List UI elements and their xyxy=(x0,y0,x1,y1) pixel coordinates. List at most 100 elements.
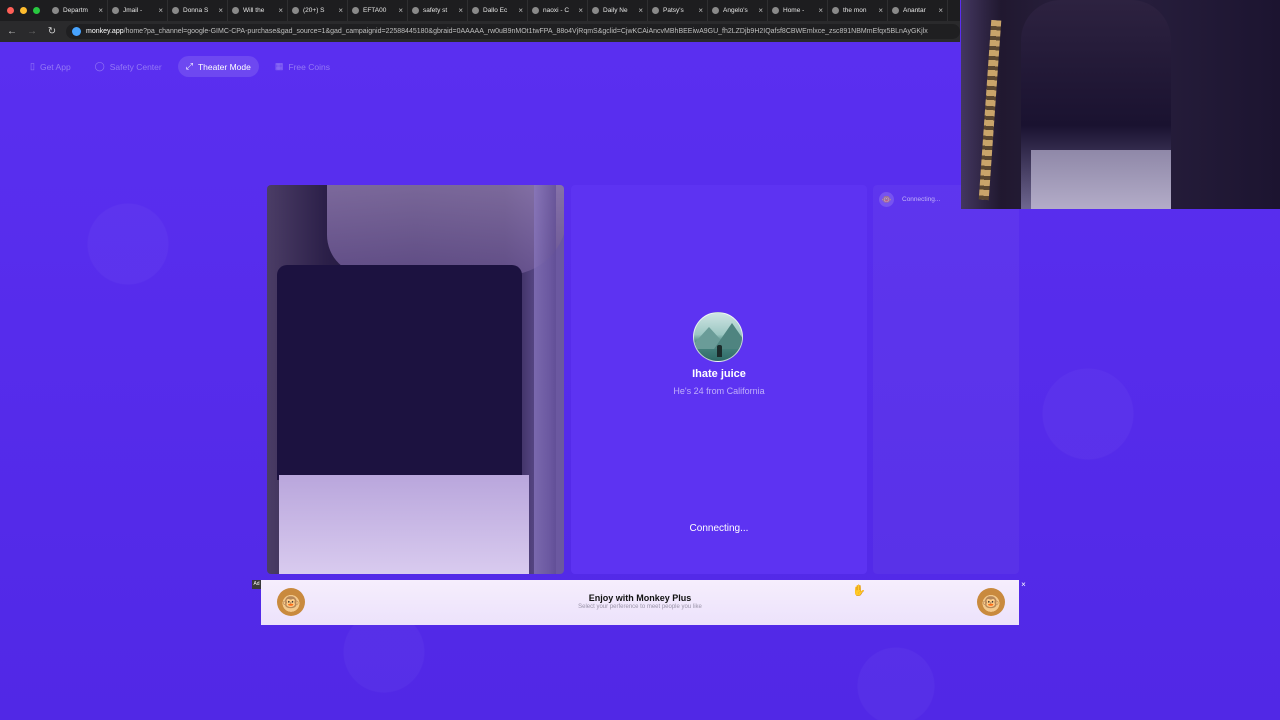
tab-label: Anantar xyxy=(903,7,926,14)
webcam-overlay xyxy=(961,0,1280,209)
tab-label: Daily Ne xyxy=(603,7,628,14)
tab-favicon-icon xyxy=(892,7,899,14)
tab-close-icon[interactable]: × xyxy=(938,6,943,15)
video-shirt xyxy=(277,265,522,480)
tab-label: safety st xyxy=(423,7,448,14)
tab-close-icon[interactable]: × xyxy=(278,6,283,15)
close-window-icon[interactable] xyxy=(7,7,14,14)
tab-close-icon[interactable]: × xyxy=(638,6,643,15)
browser-tab[interactable]: Daily Ne × xyxy=(588,0,648,21)
free-coins-button[interactable]: ▦ Free Coins xyxy=(267,56,338,77)
tab-close-icon[interactable]: × xyxy=(878,6,883,15)
self-video xyxy=(267,185,564,574)
get-app-label: Get App xyxy=(39,61,71,72)
browser-tab[interactable]: Donna S × xyxy=(168,0,228,21)
tab-favicon-icon xyxy=(52,7,59,14)
theater-mode-button[interactable]: ⤢ Theater Mode xyxy=(177,56,259,77)
address-bar-row: ← → ↻ monkey.app/home?pa_channel=google-… xyxy=(0,21,960,42)
browser-tab[interactable]: safety st × xyxy=(408,0,468,21)
tab-label: Patsy's xyxy=(663,7,684,14)
video-shorts xyxy=(279,475,529,574)
avatar-person xyxy=(717,345,722,357)
back-icon[interactable]: ← xyxy=(6,26,18,37)
tab-label: Home - xyxy=(783,7,805,14)
browser-tab-bar: Departm × Jmail - × Donna S × Will the × (20+) S… xyxy=(0,0,960,21)
tab-close-icon[interactable]: × xyxy=(818,6,823,15)
browser-tab[interactable]: Departm × xyxy=(48,0,108,21)
tab-favicon-icon xyxy=(532,7,539,14)
webcam-shorts xyxy=(1031,150,1171,209)
tab-close-icon[interactable]: × xyxy=(758,6,763,15)
url-host: monkey.app xyxy=(86,28,124,35)
tab-close-icon[interactable]: × xyxy=(458,6,463,15)
tab-label: Donna S xyxy=(183,7,209,14)
browser-tab[interactable]: EFTA00 × xyxy=(348,0,408,21)
tab-favicon-icon xyxy=(592,7,599,14)
tab-favicon-icon xyxy=(712,7,719,14)
hand-cursor-icon: ✋ xyxy=(852,585,866,597)
browser-tab[interactable]: the mon × xyxy=(828,0,888,21)
tab-favicon-icon xyxy=(172,7,179,14)
browser-tab[interactable]: Anantar × xyxy=(888,0,948,21)
chat-status-row: 🐵 Connecting... xyxy=(879,192,940,207)
browser-tab[interactable]: (20+) S × xyxy=(288,0,348,21)
expand-icon: ⤢ xyxy=(185,61,193,71)
browser-tab[interactable]: Jmail - × xyxy=(108,0,168,21)
chat-panel: 🐵 Connecting... xyxy=(873,185,1019,574)
ad-title: Enjoy with Monkey Plus xyxy=(588,593,692,603)
tab-favicon-icon xyxy=(292,7,299,14)
tab-favicon-icon xyxy=(232,7,239,14)
tab-close-icon[interactable]: × xyxy=(158,6,163,15)
safety-center-button[interactable]: ◯ Safety Center xyxy=(87,56,170,77)
ad-badge: Ad xyxy=(252,580,261,589)
browser-tab[interactable]: Patsy's × xyxy=(648,0,708,21)
browser-tab[interactable]: Angelo's × xyxy=(708,0,768,21)
ad-close-button[interactable]: × xyxy=(1019,580,1028,589)
minimize-window-icon[interactable] xyxy=(20,7,27,14)
tab-close-icon[interactable]: × xyxy=(98,6,103,15)
forward-icon[interactable]: → xyxy=(26,26,38,37)
tab-close-icon[interactable]: × xyxy=(218,6,223,15)
partner-panel: Ihate juice He's 24 from California Conn… xyxy=(571,185,867,574)
reload-icon[interactable]: ↻ xyxy=(46,26,58,37)
theater-mode-label: Theater Mode xyxy=(197,61,251,72)
maximize-window-icon[interactable] xyxy=(33,7,40,14)
tab-favicon-icon xyxy=(772,7,779,14)
tab-label: (20+) S xyxy=(303,7,325,14)
monkey-right-icon: 🐵 xyxy=(977,588,1005,616)
tab-label: Jmail - xyxy=(123,7,143,14)
site-info-icon[interactable] xyxy=(72,27,81,36)
tab-label: Dallo Ec xyxy=(483,7,508,14)
top-navigation: ▯ Get App ◯ Safety Center ⤢ Theater Mode… xyxy=(22,56,338,77)
tab-list: Departm × Jmail - × Donna S × Will the × (20+) S… xyxy=(48,0,948,21)
video-arms xyxy=(327,185,564,275)
shield-icon: ◯ xyxy=(94,61,105,71)
tab-label: EFTA00 xyxy=(363,7,387,14)
monkey-plus-banner[interactable]: 🐵 Enjoy with Monkey Plus Select your per… xyxy=(261,580,1019,625)
partner-name: Ihate juice xyxy=(692,368,746,380)
monkey-icon: 🐵 xyxy=(879,192,894,207)
tab-favicon-icon xyxy=(112,7,119,14)
browser-tab[interactable]: Will the × xyxy=(228,0,288,21)
browser-tab[interactable]: Dallo Ec × xyxy=(468,0,528,21)
window-controls xyxy=(0,7,48,14)
get-app-button[interactable]: ▯ Get App xyxy=(22,56,79,77)
tab-close-icon[interactable]: × xyxy=(698,6,703,15)
tab-label: Angelo's xyxy=(723,7,748,14)
browser-tab[interactable]: Home - × xyxy=(768,0,828,21)
url-field[interactable]: monkey.app/home?pa_channel=google-GIMC-C… xyxy=(66,24,960,39)
tab-label: Will the xyxy=(243,7,265,14)
tab-favicon-icon xyxy=(352,7,359,14)
tab-close-icon[interactable]: × xyxy=(518,6,523,15)
tab-close-icon[interactable]: × xyxy=(578,6,583,15)
connecting-status: Connecting... xyxy=(689,523,749,534)
coin-icon: ▦ xyxy=(274,61,284,71)
tab-label: the mon xyxy=(843,7,867,14)
free-coins-label: Free Coins xyxy=(288,61,330,72)
tab-close-icon[interactable]: × xyxy=(398,6,403,15)
ad-subtitle: Select your perference to meet people yo… xyxy=(578,604,702,610)
chat-status-label: Connecting... xyxy=(902,196,941,203)
tab-close-icon[interactable]: × xyxy=(338,6,343,15)
browser-tab[interactable]: naoxi - C × xyxy=(528,0,588,21)
tab-favicon-icon xyxy=(832,7,839,14)
